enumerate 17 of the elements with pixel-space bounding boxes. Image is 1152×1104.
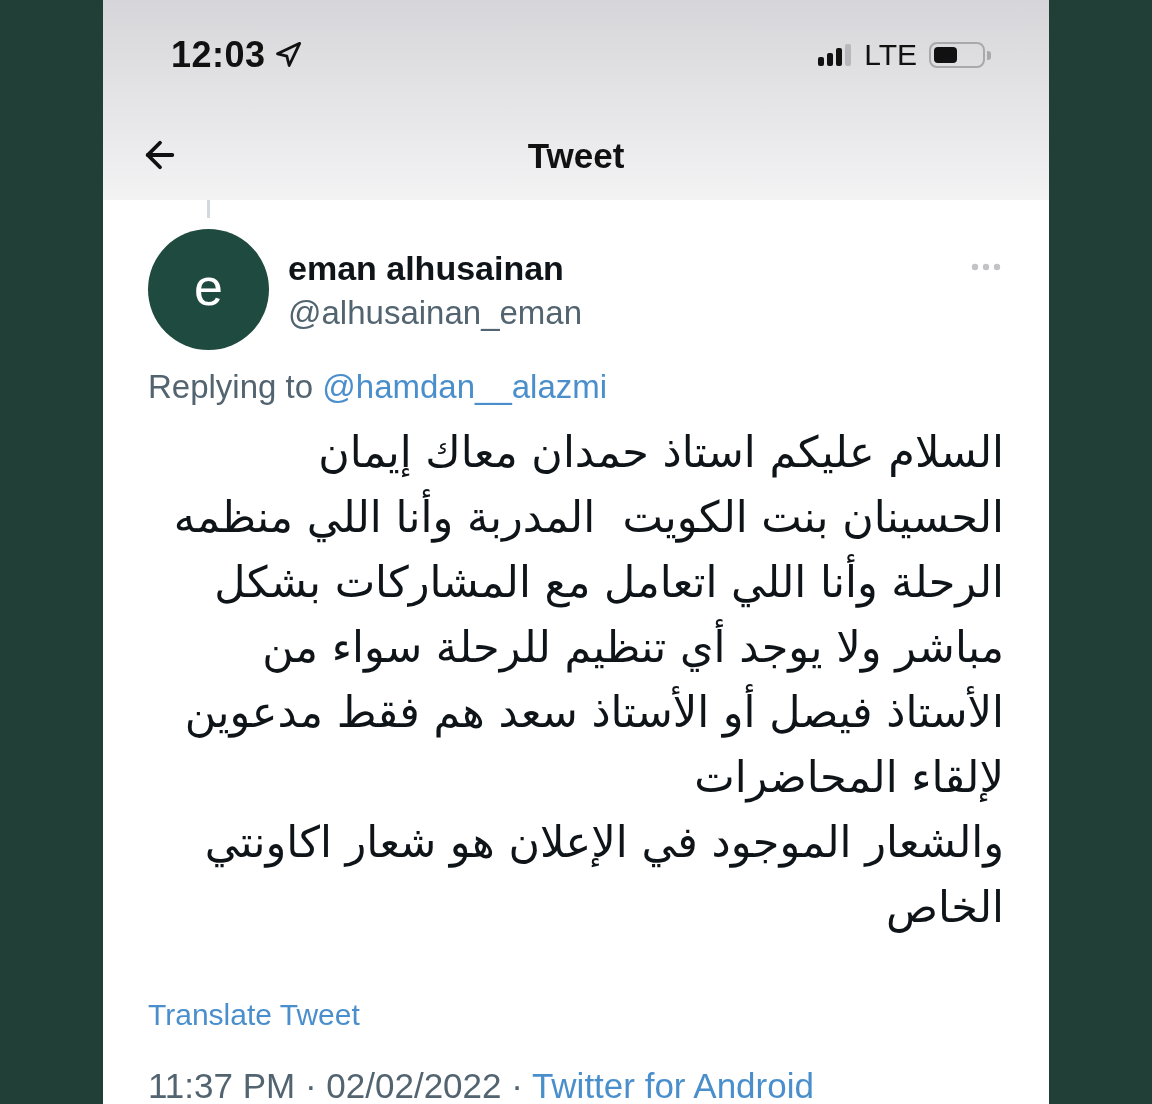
avatar-initial: e — [194, 260, 223, 313]
battery-icon — [929, 42, 991, 68]
tweet-text: السلام عليكم استاذ حمدان معاك إيمان الحسينان بنت الكويت المدربة وأنا اللي منظمه الرحلة وأنا اللي اتعامل مع المشاركات بشكل مباشر ولا يوجد أي تنظيم للرحلة سواء من الأستاذ فيصل أو الأستاذ سعد هم فقط مدعوين لإلقاء المحاضرات والشعار الموجود في الإعلان هو شعار اكاونتي الخاص — [172, 426, 1004, 935]
author-name[interactable]: eman alhusainan — [288, 248, 583, 288]
location-arrow-icon — [273, 41, 302, 69]
thread-line — [207, 200, 210, 218]
translate-tweet-link[interactable]: Translate Tweet — [148, 997, 360, 1033]
status-time: 12:03 — [171, 37, 266, 73]
page-title: Tweet — [527, 137, 625, 173]
avatar[interactable]: e — [148, 229, 269, 350]
replied-user-link[interactable]: @hamdan__alazmi — [322, 368, 608, 405]
network-type: LTE — [864, 40, 917, 70]
source-link[interactable]: Twitter for Android — [531, 1068, 814, 1104]
signal-bars-icon — [818, 44, 853, 66]
tweet-timestamp: 11:37 PM · 02/02/2022 · — [148, 1068, 523, 1104]
author-handle[interactable]: @alhusainan_eman — [288, 293, 583, 333]
reply-context: Replying to @hamdan__alazmi — [148, 367, 609, 407]
